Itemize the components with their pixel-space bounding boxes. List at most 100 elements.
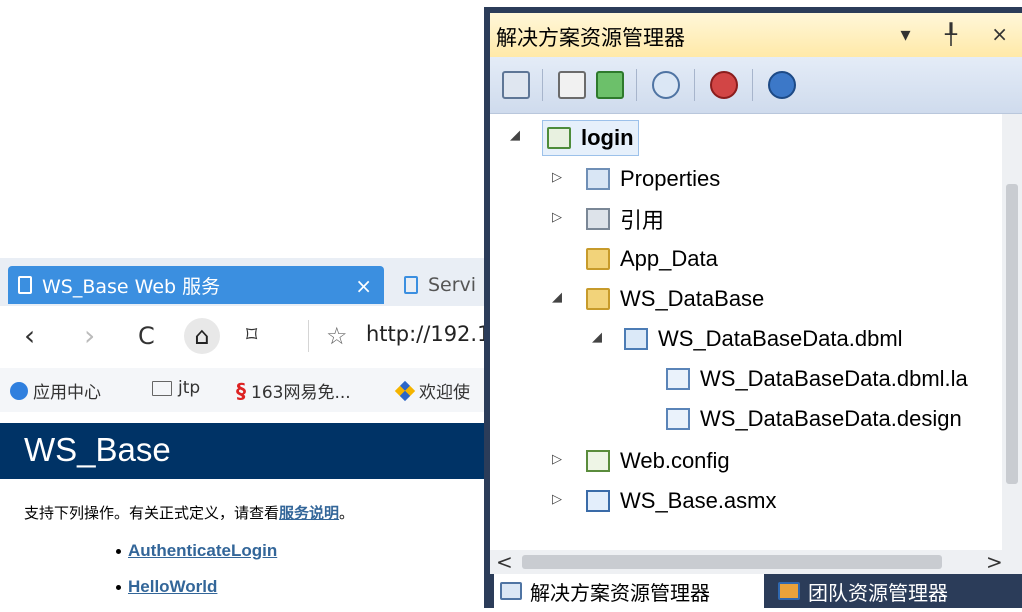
tree-item-app-data[interactable]: App_Data bbox=[586, 240, 718, 278]
operation-link-authenticatelogin[interactable]: AuthenticateLogin bbox=[128, 541, 277, 560]
bookmark-welcome[interactable]: 欢迎使 bbox=[394, 378, 470, 403]
page-title: WS_Base bbox=[24, 431, 171, 468]
vertical-scrollbar[interactable] bbox=[1002, 114, 1022, 550]
bookmark-jtp[interactable]: jtp bbox=[152, 378, 200, 398]
collapse-arrow-icon[interactable]: ◢ bbox=[592, 330, 602, 345]
csharp-project-icon bbox=[547, 127, 571, 149]
tree-item-label: Web.config bbox=[620, 448, 730, 473]
home-icon: ⌂ bbox=[194, 322, 210, 350]
service-description: 支持下列操作。有关正式定义，请查看服务说明。 bbox=[24, 502, 354, 523]
asmx-file-icon bbox=[586, 490, 610, 512]
reload-button[interactable]: C bbox=[138, 320, 155, 352]
navigation-bar: ‹ › C ⌂ ⌑ ☆ http://192.1 bbox=[0, 306, 490, 369]
scrollbar-thumb[interactable] bbox=[1006, 184, 1018, 484]
service-description-link[interactable]: 服务说明 bbox=[279, 504, 339, 522]
tree-item-label: WS_DataBaseData.design bbox=[700, 406, 962, 431]
tab-ws-base[interactable]: WS_Base Web 服务 × bbox=[8, 266, 384, 304]
refresh-icon[interactable] bbox=[596, 71, 624, 99]
tree-item-label: App_Data bbox=[620, 246, 718, 271]
list-item: HelloWorld bbox=[115, 576, 277, 612]
tree-item-label: WS_DataBase bbox=[620, 286, 765, 311]
app-center-icon bbox=[10, 381, 28, 400]
netease-icon: § bbox=[236, 378, 246, 403]
bookmark-label: 163网易免... bbox=[251, 383, 351, 403]
address-bar[interactable]: http://192.1 bbox=[366, 322, 490, 346]
solution-explorer-panel: 解决方案资源管理器 ▾ ╀ × ◢ login ▷ Properties ▷ 引… bbox=[484, 7, 1022, 608]
operation-link-helloworld[interactable]: HelloWorld bbox=[128, 577, 217, 596]
solution-explorer-icon bbox=[500, 582, 522, 600]
page-icon bbox=[404, 276, 418, 294]
tree-item-properties[interactable]: Properties bbox=[586, 160, 720, 198]
tree-item-references[interactable]: 引用 bbox=[586, 200, 664, 238]
connect-icon[interactable] bbox=[768, 71, 796, 99]
operations-list: AuthenticateLogin HelloWorld bbox=[115, 540, 277, 612]
open-folder-icon bbox=[586, 288, 610, 310]
tab-label: 团队资源管理器 bbox=[808, 580, 948, 605]
team-explorer-icon bbox=[778, 582, 800, 600]
scroll-left-icon[interactable]: < bbox=[496, 550, 513, 574]
references-icon bbox=[586, 208, 610, 230]
tree-item-ws-base-asmx[interactable]: WS_Base.asmx bbox=[586, 482, 777, 520]
expand-arrow-icon[interactable]: ▷ bbox=[552, 492, 562, 507]
tab-title: WS_Base Web 服务 bbox=[42, 275, 221, 298]
solution-tree: ◢ login ▷ Properties ▷ 引用 App_Data ◢ WS_… bbox=[490, 114, 1002, 550]
horizontal-scrollbar[interactable]: < > bbox=[490, 550, 1022, 574]
properties-icon[interactable] bbox=[558, 71, 586, 99]
back-button[interactable]: ‹ bbox=[24, 320, 35, 352]
collapse-arrow-icon[interactable]: ◢ bbox=[510, 128, 520, 143]
toolbar-divider bbox=[694, 69, 695, 101]
tab-solution-explorer[interactable]: 解决方案资源管理器 bbox=[494, 574, 764, 608]
panel-title: 解决方案资源管理器 bbox=[496, 26, 685, 50]
home-button[interactable]: ⌂ bbox=[184, 318, 220, 354]
tab-close-icon[interactable]: × bbox=[355, 274, 372, 298]
welcome-icon bbox=[394, 380, 416, 401]
collapse-arrow-icon[interactable]: ◢ bbox=[552, 290, 562, 305]
panel-bottom-tabs: 解决方案资源管理器 团队资源管理器 bbox=[490, 574, 1022, 608]
expand-arrow-icon[interactable]: ▷ bbox=[552, 452, 562, 467]
browser-window: WS_Base Web 服务 × Servi ‹ › C ⌂ ⌑ ☆ http:… bbox=[0, 0, 490, 608]
bookmark-app-center[interactable]: 应用中心 bbox=[10, 378, 101, 403]
tree-item-label: 引用 bbox=[620, 208, 665, 233]
bookmark-163[interactable]: § 163网易免... bbox=[236, 378, 351, 404]
expand-arrow-icon[interactable]: ▷ bbox=[552, 170, 562, 185]
nav-divider bbox=[308, 320, 309, 352]
tree-item-dbml-file[interactable]: WS_DataBaseData.dbml bbox=[624, 320, 903, 358]
show-all-files-icon[interactable] bbox=[502, 71, 530, 99]
bookmark-label: 应用中心 bbox=[33, 383, 101, 403]
panel-toolbar bbox=[490, 57, 1022, 114]
tab-team-explorer[interactable]: 团队资源管理器 bbox=[772, 574, 1022, 608]
dbml-file-icon bbox=[624, 328, 648, 350]
reader-mode-icon[interactable]: ⌑ bbox=[246, 320, 257, 352]
tab-title: Servi bbox=[428, 274, 477, 296]
toolbar-divider bbox=[636, 69, 637, 101]
tree-item-designer-file[interactable]: WS_DataBaseData.design bbox=[666, 400, 962, 438]
browser-tab-bar: WS_Base Web 服务 × Servi bbox=[0, 258, 490, 306]
app-data-folder-icon bbox=[586, 248, 610, 270]
list-item: AuthenticateLogin bbox=[115, 540, 277, 576]
designer-file-icon bbox=[666, 408, 690, 430]
layout-file-icon bbox=[666, 368, 690, 390]
scroll-right-icon[interactable]: > bbox=[986, 550, 1003, 574]
bookmark-label: jtp bbox=[178, 378, 201, 398]
tab-label: 解决方案资源管理器 bbox=[530, 580, 710, 605]
tree-item-dbml-layout-file[interactable]: WS_DataBaseData.dbml.la bbox=[666, 360, 968, 398]
page-header: WS_Base bbox=[0, 423, 490, 479]
properties-folder-icon bbox=[586, 168, 610, 190]
view-code-icon[interactable] bbox=[652, 71, 680, 99]
tree-item-label: WS_DataBaseData.dbml.la bbox=[700, 366, 968, 391]
forward-button[interactable]: › bbox=[84, 320, 95, 352]
class-diagram-icon[interactable] bbox=[710, 71, 738, 99]
description-text: 支持下列操作。有关正式定义，请查看 bbox=[24, 504, 280, 522]
bookmark-label: 欢迎使 bbox=[419, 383, 470, 403]
expand-arrow-icon[interactable]: ▷ bbox=[552, 210, 562, 225]
tree-item-login-project[interactable]: login bbox=[542, 120, 639, 156]
bookmark-star-icon[interactable]: ☆ bbox=[326, 322, 348, 350]
panel-window-controls[interactable]: ▾ ╀ × bbox=[900, 22, 1022, 46]
scrollbar-thumb[interactable] bbox=[522, 555, 942, 569]
tree-item-web-config[interactable]: Web.config bbox=[586, 442, 730, 480]
tree-item-label: Properties bbox=[620, 166, 721, 191]
tree-item-label: WS_Base.asmx bbox=[620, 488, 777, 513]
toolbar-divider bbox=[542, 69, 543, 101]
description-suffix: 。 bbox=[339, 504, 355, 522]
tree-item-ws-database-folder[interactable]: WS_DataBase bbox=[586, 280, 764, 318]
